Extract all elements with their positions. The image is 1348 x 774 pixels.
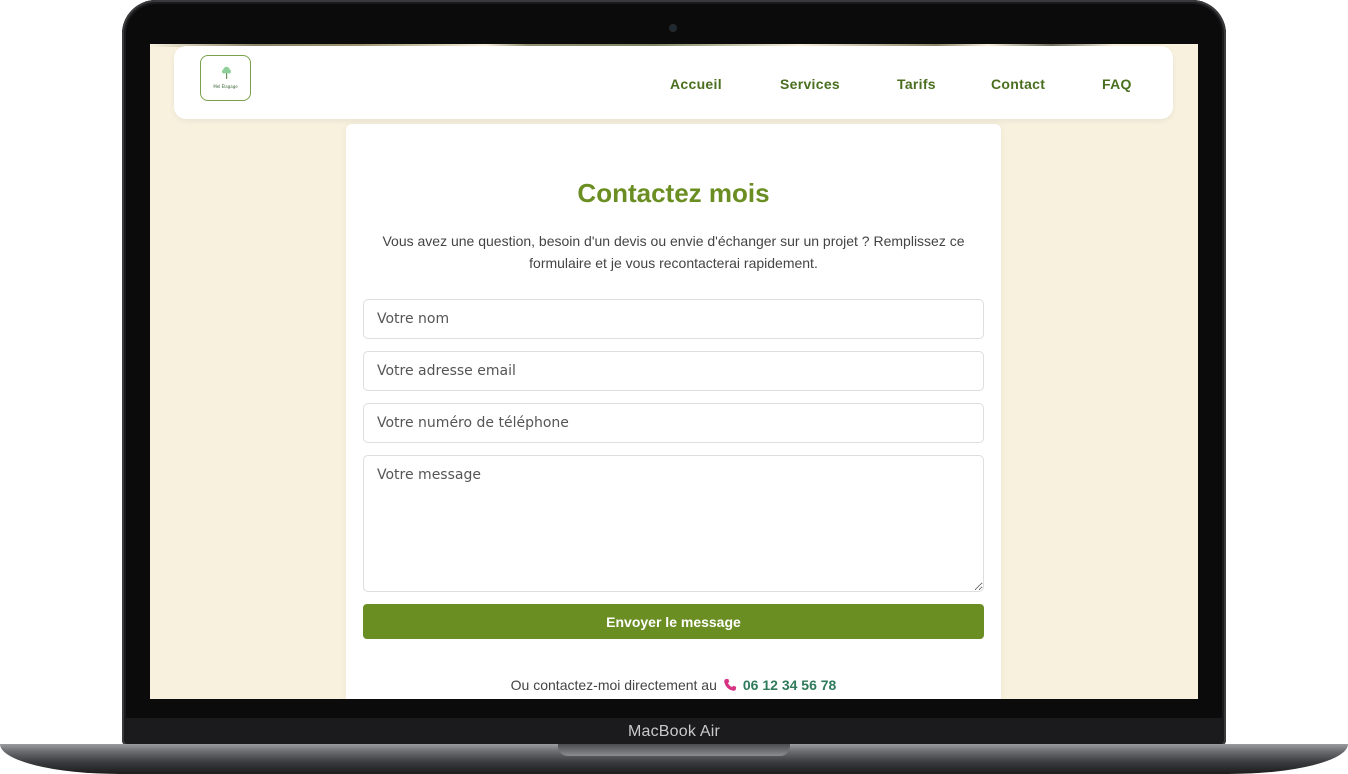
laptop-notch: [558, 744, 790, 756]
name-input[interactable]: [363, 299, 984, 339]
nav-item-accueil[interactable]: Accueil: [670, 76, 722, 92]
page-title: Contactez mois: [577, 178, 770, 208]
nav-item-tarifs[interactable]: Tarifs: [897, 76, 936, 92]
phone-icon: [724, 678, 737, 691]
phone-number-link[interactable]: 06 12 34 56 78: [743, 677, 836, 693]
nav-item-contact[interactable]: Contact: [991, 76, 1045, 92]
nav-item-services[interactable]: Services: [780, 76, 840, 92]
message-textarea[interactable]: [363, 455, 984, 592]
device-label: MacBook Air: [627, 723, 720, 740]
site-header: Mel Élagage Accueil Services Tarifs Cont…: [174, 46, 1173, 119]
send-message-button[interactable]: Envoyer le message: [363, 604, 984, 639]
nav-item-faq[interactable]: FAQ: [1102, 76, 1132, 92]
contact-card: Contactez mois Vous avez une question, b…: [346, 124, 1001, 699]
main-nav: Accueil Services Tarifs Contact FAQ: [174, 76, 1173, 96]
direct-contact-text: Ou contactez-moi directement au: [510, 677, 717, 693]
laptop-chin: MacBook Air: [126, 718, 1222, 746]
contact-intro: Vous avez une question, besoin d'un devi…: [382, 233, 965, 271]
screen: Mel Élagage Accueil Services Tarifs Cont…: [150, 44, 1198, 699]
direct-contact: Ou contactez-moi directement au 06 12 34…: [346, 677, 1001, 693]
email-input[interactable]: [363, 351, 984, 391]
phone-input[interactable]: [363, 403, 984, 443]
camera-icon: [670, 25, 676, 31]
